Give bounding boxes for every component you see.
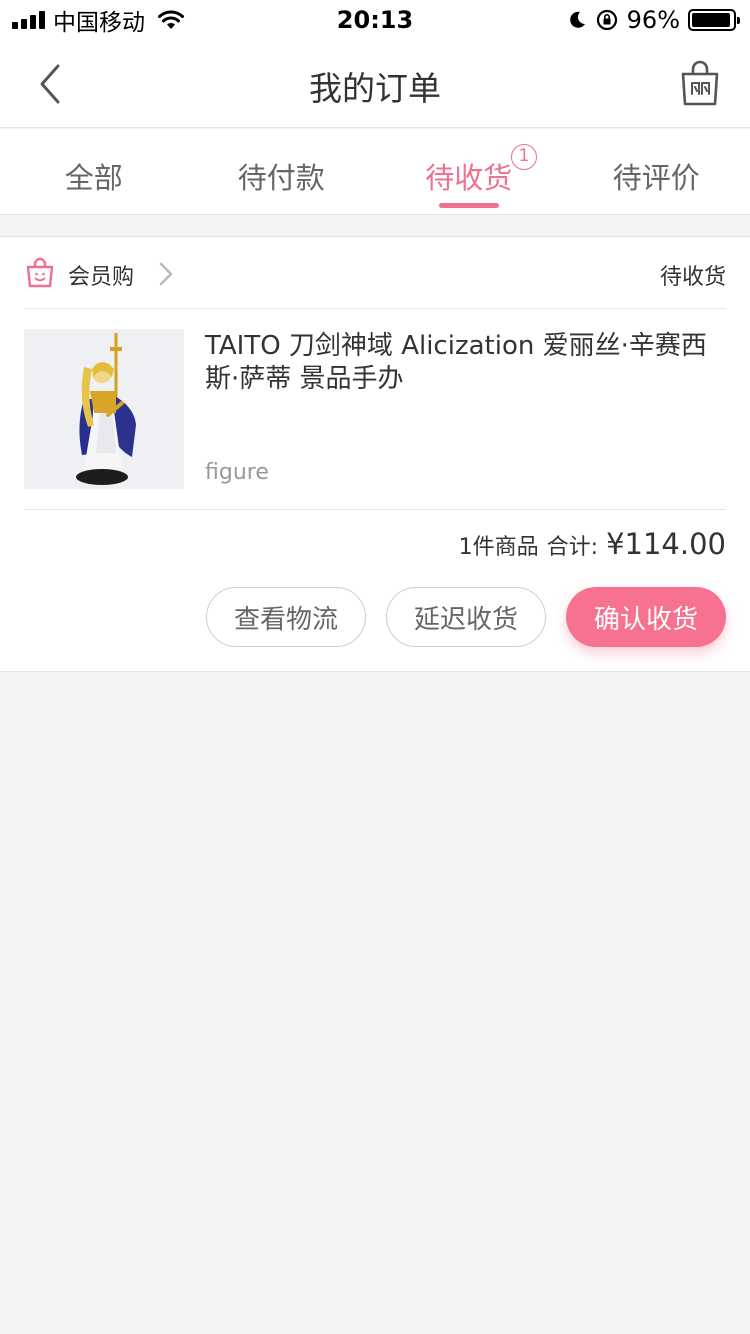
- total-label: 合计:: [546, 535, 599, 560]
- tab-pending-payment[interactable]: 待付款: [188, 129, 376, 214]
- confirm-receipt-button[interactable]: 确认收货: [566, 587, 726, 647]
- tab-count-badge: 1: [511, 144, 537, 170]
- tab-all[interactable]: 全部: [0, 129, 188, 214]
- shop-bag-icon: [26, 257, 54, 288]
- tab-label: 全部: [64, 161, 123, 195]
- item-count: 1件商品: [458, 535, 539, 560]
- order-actions: 查看物流 延迟收货 确认收货: [206, 587, 726, 647]
- active-tab-indicator: [438, 203, 499, 208]
- order-card: 会员购 待收货 TAITO 刀剑神域 Alicization 爱丽丝·辛赛西斯·…: [0, 236, 750, 672]
- page-title: 我的订单: [309, 69, 441, 108]
- battery-icon: [688, 9, 740, 31]
- status-right: 96%: [567, 6, 740, 34]
- shop-row[interactable]: 会员购 待收货: [24, 237, 726, 309]
- tab-pending-review[interactable]: 待评价: [563, 129, 750, 214]
- tab-label: 待付款: [237, 161, 325, 195]
- order-summary: 1件商品 合计: ¥114.00: [459, 527, 726, 561]
- battery-percent: 96%: [626, 6, 680, 34]
- tab-label: 待收货: [425, 161, 513, 195]
- shopping-bag-icon[interactable]: [678, 60, 722, 108]
- tab-pending-receipt[interactable]: 待收货 1: [375, 129, 563, 214]
- product-image: [24, 329, 184, 489]
- product-sku: figure: [205, 460, 269, 485]
- shop-name: 会员购: [68, 265, 135, 290]
- rotation-lock-icon: [596, 9, 617, 31]
- moon-icon: [569, 11, 585, 28]
- product-row[interactable]: TAITO 刀剑神域 Alicization 爱丽丝·辛赛西斯·萨蒂 景品手办 …: [24, 310, 726, 510]
- order-tabs: 全部 待付款 待收货 1 待评价: [0, 129, 750, 215]
- view-logistics-button[interactable]: 查看物流: [206, 587, 366, 647]
- total-price: ¥114.00: [606, 527, 726, 561]
- battery-fill: [692, 13, 731, 27]
- delay-receipt-button[interactable]: 延迟收货: [386, 587, 546, 647]
- status-bar: 中国移动 20:13 96%: [0, 0, 750, 40]
- figure-illustration: [76, 333, 136, 485]
- tab-label: 待评价: [612, 161, 700, 195]
- order-status: 待收货: [659, 265, 726, 290]
- nav-bar: 我的订单: [0, 40, 750, 128]
- product-title: TAITO 刀剑神域 Alicization 爱丽丝·辛赛西斯·萨蒂 景品手办: [205, 331, 707, 394]
- chevron-right-icon: [159, 262, 173, 286]
